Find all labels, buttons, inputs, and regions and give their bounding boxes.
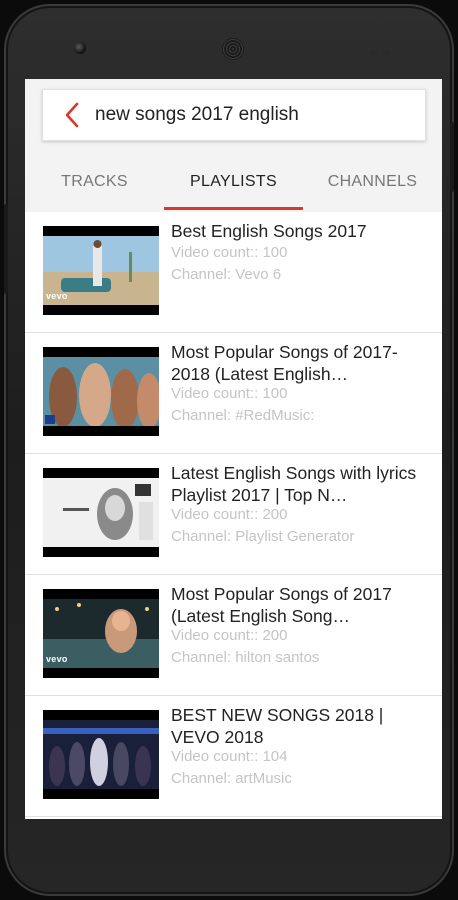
- vevo-logo: vevo: [46, 654, 68, 664]
- video-count: Video count:: 104: [171, 748, 288, 765]
- playlist-thumbnail: vevo: [43, 589, 159, 678]
- search-input[interactable]: [95, 100, 415, 130]
- channel-name: Channel: Playlist Generator: [171, 528, 355, 545]
- tab-channels[interactable]: CHANNELS: [303, 159, 442, 209]
- list-item[interactable]: Latest English Songs with lyrics Playlis…: [25, 454, 442, 575]
- active-tab-indicator: [164, 207, 303, 210]
- power-button: [450, 122, 454, 192]
- playlist-title: Most Popular Songs of 2017-2018 (Latest …: [171, 342, 398, 384]
- video-count: Video count:: 100: [171, 385, 288, 402]
- video-count: Video count:: 100: [171, 244, 288, 261]
- playlist-title: Most Popular Songs of 2017 (Latest Engli…: [171, 584, 392, 626]
- list-item-partial: [25, 817, 442, 819]
- app-screen: TRACKS PLAYLISTS CHANNELS vevo: [25, 79, 442, 819]
- playlist-title: Latest English Songs with lyrics Playlis…: [171, 463, 417, 505]
- vevo-logo: vevo: [46, 291, 68, 301]
- proximity-sensors: [370, 44, 400, 57]
- playlist-list: vevo Best English Songs 2017 Video count…: [25, 212, 442, 819]
- playlist-thumbnail: [43, 347, 159, 436]
- search-bar: [42, 89, 426, 141]
- tab-playlists[interactable]: PLAYLISTS: [164, 159, 303, 209]
- channel-name: Channel: artMusic: [171, 770, 292, 787]
- playlist-thumbnail: [43, 468, 159, 557]
- playlist-thumbnail: [43, 710, 159, 799]
- list-item[interactable]: Most Popular Songs of 2017-2018 (Latest …: [25, 333, 442, 454]
- channel-name: Channel: #RedMusic:: [171, 407, 315, 424]
- video-count: Video count:: 200: [171, 627, 288, 644]
- back-arrow-icon: [65, 102, 79, 128]
- channel-name: Channel: hilton santos: [171, 649, 320, 666]
- earpiece-speaker-icon: [222, 38, 244, 60]
- phone-frame: TRACKS PLAYLISTS CHANNELS vevo: [4, 4, 454, 896]
- channel-name: Channel: Vevo 6: [171, 266, 282, 283]
- tab-bar: TRACKS PLAYLISTS CHANNELS: [25, 159, 442, 209]
- playlist-title: BEST NEW SONGS 2018 | VEVO 2018: [171, 705, 384, 747]
- list-item[interactable]: BEST NEW SONGS 2018 | VEVO 2018 Video co…: [25, 696, 442, 817]
- playlist-thumbnail: vevo: [43, 226, 159, 315]
- volume-button: [4, 204, 8, 294]
- list-item[interactable]: vevo Best English Songs 2017 Video count…: [25, 212, 442, 333]
- tab-tracks[interactable]: TRACKS: [25, 159, 164, 209]
- playlist-title: Best English Songs 2017: [171, 221, 367, 241]
- back-button[interactable]: [55, 98, 89, 132]
- video-count: Video count:: 200: [171, 506, 288, 523]
- front-camera-icon: [74, 42, 86, 54]
- list-item[interactable]: vevo Most Popular Songs of 2017 (Latest …: [25, 575, 442, 696]
